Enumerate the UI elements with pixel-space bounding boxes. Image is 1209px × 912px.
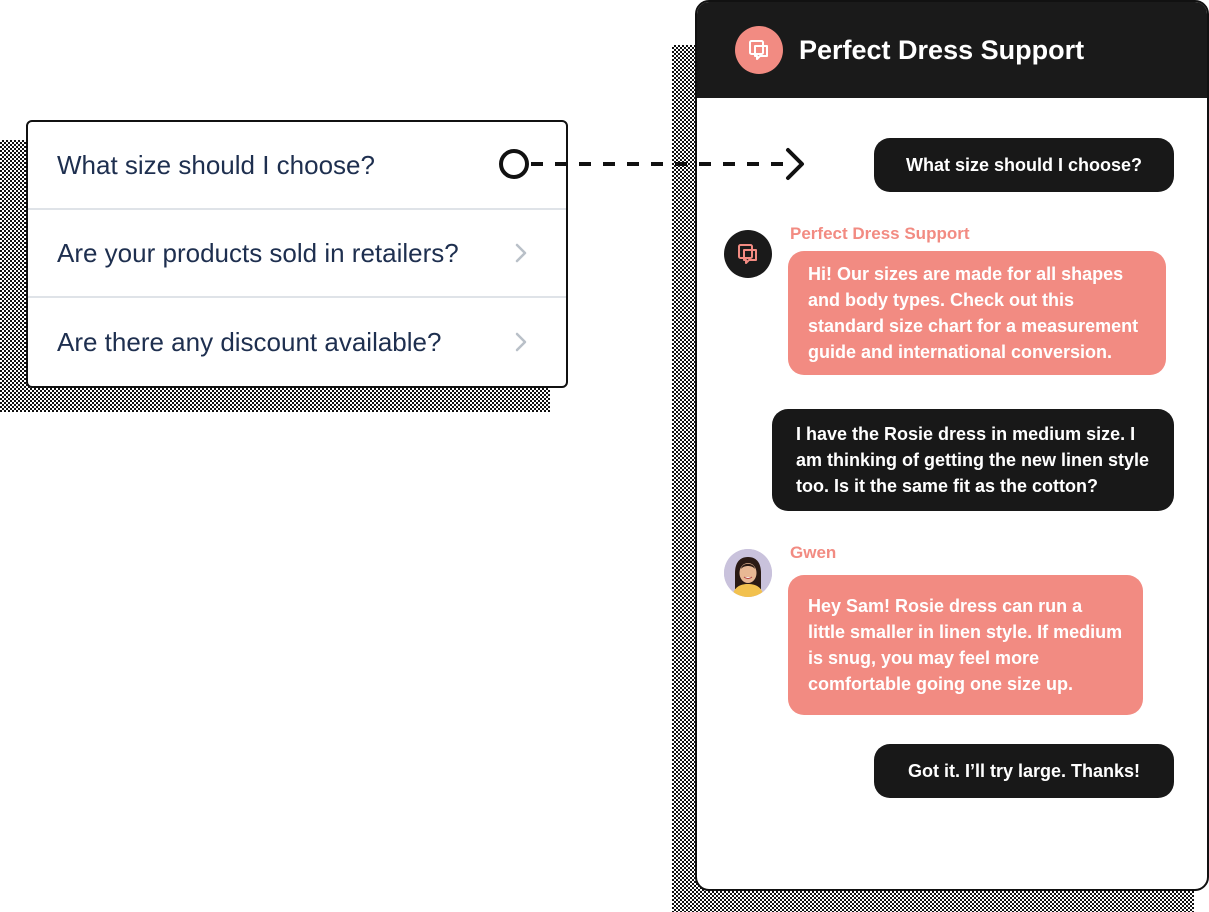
message-text: What size should I choose? — [905, 155, 1143, 175]
connector-arrow — [499, 148, 804, 180]
user-message: What size should I choose? — [874, 138, 1174, 192]
faq-item-discount[interactable]: Are there any discount available? — [28, 298, 566, 386]
chat-bubbles-icon — [738, 244, 757, 264]
agent-message: Hey Sam! Rosie dress can run a little sm… — [788, 575, 1143, 715]
message-text: Hey Sam! Rosie dress can run a little sm… — [808, 596, 1123, 694]
message-text: Hi! Our sizes are made for all shapes an… — [808, 264, 1139, 362]
chevron-right-icon — [515, 243, 527, 263]
faq-panel: What size should I choose? Are your prod… — [26, 120, 568, 388]
support-avatar — [724, 230, 772, 278]
chat-bubbles-icon — [749, 40, 768, 60]
chat-header: Perfect Dress Support — [697, 2, 1207, 98]
user-message: Got it. I’ll try large. Thanks! — [874, 744, 1174, 798]
avatar-photo — [724, 549, 772, 597]
chevron-right-icon — [515, 332, 527, 352]
faq-item-retailers[interactable]: Are your products sold in retailers? — [28, 210, 566, 298]
faq-item-label: Are there any discount available? — [57, 326, 442, 357]
message-text: Got it. I’ll try large. Thanks! — [907, 761, 1141, 781]
chat-title: Perfect Dress Support — [799, 34, 1085, 65]
sender-name: Perfect Dress Support — [790, 224, 970, 243]
user-message: I have the Rosie dress in medium size. I… — [772, 409, 1174, 511]
faq-item-size[interactable]: What size should I choose? — [28, 122, 566, 210]
gwen-avatar — [724, 549, 772, 597]
chat-logo — [735, 26, 783, 74]
message-text: I have the Rosie dress in medium size. I… — [796, 424, 1150, 496]
agent-message: Hi! Our sizes are made for all shapes an… — [788, 251, 1166, 375]
faq-item-label: What size should I choose? — [57, 149, 375, 180]
sender-name: Gwen — [790, 543, 837, 562]
faq-item-label: Are your products sold in retailers? — [57, 237, 459, 268]
